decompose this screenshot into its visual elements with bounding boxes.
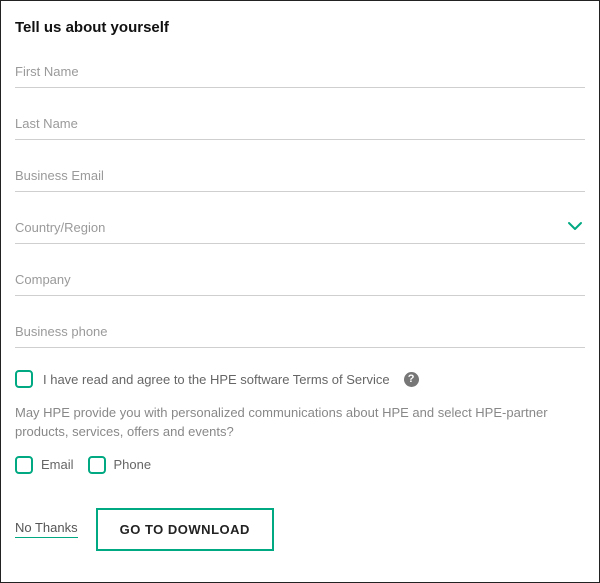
business-email-input[interactable] bbox=[15, 162, 585, 192]
business-email-field bbox=[15, 162, 585, 192]
terms-checkbox[interactable] bbox=[15, 370, 33, 388]
terms-label: I have read and agree to the HPE softwar… bbox=[43, 372, 390, 387]
country-region-field bbox=[15, 214, 585, 244]
business-phone-input[interactable] bbox=[15, 318, 585, 348]
consent-email-option: Email bbox=[15, 456, 74, 474]
form-container: Tell us about yourself I have read and a… bbox=[15, 19, 585, 551]
first-name-input[interactable] bbox=[15, 58, 585, 88]
form-footer: No Thanks GO TO DOWNLOAD bbox=[15, 508, 585, 551]
first-name-field bbox=[15, 58, 585, 88]
last-name-input[interactable] bbox=[15, 110, 585, 140]
consent-options: Email Phone bbox=[15, 456, 585, 474]
info-icon[interactable]: ? bbox=[404, 372, 419, 387]
email-label: Email bbox=[41, 457, 74, 472]
email-checkbox[interactable] bbox=[15, 456, 33, 474]
company-input[interactable] bbox=[15, 266, 585, 296]
company-field bbox=[15, 266, 585, 296]
last-name-field bbox=[15, 110, 585, 140]
form-heading: Tell us about yourself bbox=[15, 19, 585, 36]
country-region-select[interactable] bbox=[15, 214, 585, 244]
business-phone-field bbox=[15, 318, 585, 348]
consent-phone-option: Phone bbox=[88, 456, 152, 474]
no-thanks-link[interactable]: No Thanks bbox=[15, 520, 78, 538]
terms-row: I have read and agree to the HPE softwar… bbox=[15, 370, 585, 388]
consent-question: May HPE provide you with personalized co… bbox=[15, 404, 585, 442]
go-to-download-button[interactable]: GO TO DOWNLOAD bbox=[96, 508, 274, 551]
phone-label: Phone bbox=[114, 457, 152, 472]
phone-checkbox[interactable] bbox=[88, 456, 106, 474]
